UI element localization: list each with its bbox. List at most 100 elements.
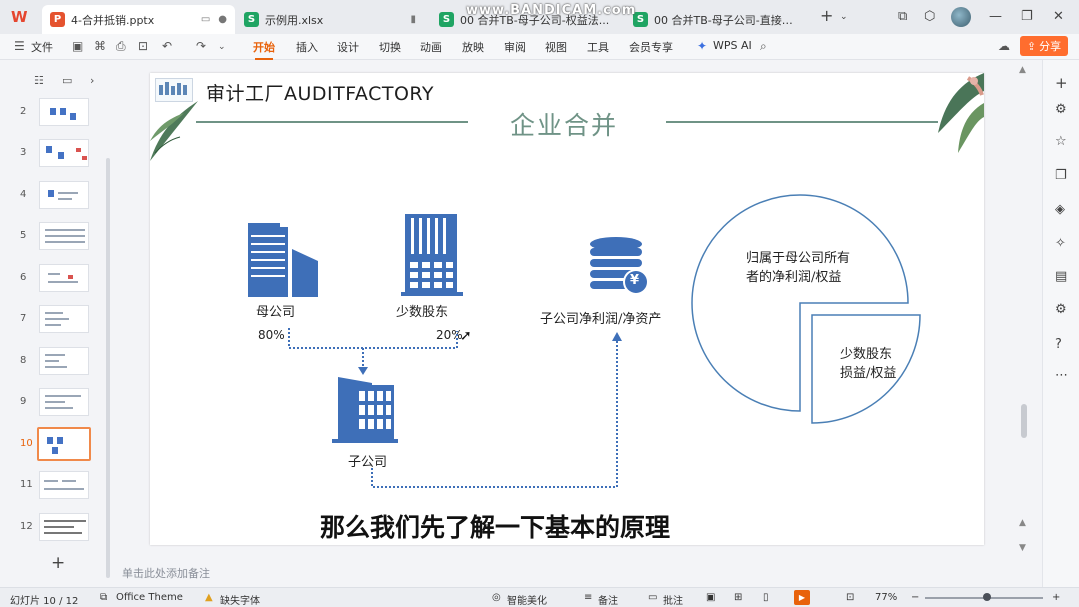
thumbnail-slide-7[interactable]: 7: [0, 302, 108, 338]
zoom-slider-knob[interactable]: [983, 593, 991, 601]
play-slideshow-button[interactable]: ▶: [794, 590, 810, 605]
theme-name[interactable]: Office Theme: [116, 592, 183, 603]
normal-view-icon[interactable]: ▣: [706, 592, 715, 603]
more-icon[interactable]: ⋯: [1055, 368, 1068, 383]
window-restore-icon[interactable]: ⧉: [898, 9, 907, 24]
tab-document-xlsx[interactable]: S 示例用.xlsx ▮: [236, 5, 424, 34]
notes-icon: ≡: [584, 592, 593, 603]
window-mode-icon[interactable]: ▭: [201, 14, 210, 25]
thumbnail-number: 9: [20, 396, 27, 407]
search-icon[interactable]: ⌕: [760, 39, 767, 54]
tab-animations[interactable]: 动画: [420, 39, 442, 55]
thumbnail-slide-2[interactable]: 2: [0, 95, 108, 131]
tab-home[interactable]: 开始: [253, 39, 275, 60]
wps-ai-button[interactable]: WPS AI: [713, 39, 752, 52]
thumbnail-slide-8[interactable]: 8: [0, 344, 108, 380]
tab-transitions[interactable]: 切换: [379, 39, 401, 55]
thumbnail-slide-11[interactable]: 11: [0, 468, 108, 504]
spreadsheet-icon: S: [439, 12, 454, 27]
undo-icon[interactable]: ↶: [162, 39, 172, 53]
thumbnail-slide-3[interactable]: 3: [0, 136, 108, 172]
share-button[interactable]: ⇪ 分享: [1020, 36, 1068, 56]
notes-placeholder[interactable]: 单击此处添加备注: [122, 565, 210, 581]
close-icon[interactable]: ✕: [1053, 9, 1064, 24]
tab-list-chevron-icon[interactable]: ⌄: [840, 12, 848, 22]
thumbnail-scrollbar[interactable]: [106, 158, 110, 578]
cube-icon[interactable]: ⬡: [924, 9, 935, 24]
book-icon[interactable]: ▤: [1055, 269, 1067, 284]
sorter-view-icon[interactable]: ⊞: [734, 592, 742, 603]
add-slide-button[interactable]: +: [51, 553, 65, 573]
star-icon[interactable]: ☆: [1055, 134, 1067, 149]
pie-minor-label-line1: 少数股东: [840, 347, 893, 362]
tab-member[interactable]: 会员专享: [629, 39, 673, 55]
settings-icon[interactable]: ⚙: [1055, 302, 1067, 317]
print-preview-icon[interactable]: ⊡: [138, 39, 148, 53]
tab-design[interactable]: 设计: [337, 39, 359, 55]
missing-font-button[interactable]: 缺失字体: [220, 592, 260, 607]
close-dot-icon[interactable]: ●: [218, 14, 227, 25]
tab-insert[interactable]: 插入: [296, 39, 318, 55]
help-icon[interactable]: ?: [1055, 337, 1062, 352]
beautify-button[interactable]: 智能美化: [507, 592, 547, 607]
thumbnail-number: 8: [20, 355, 27, 366]
maximize-icon[interactable]: ❐: [1021, 9, 1033, 24]
minimize-icon[interactable]: —: [989, 9, 1002, 24]
tab-review[interactable]: 审阅: [504, 39, 526, 55]
tab-document-tb-cost[interactable]: S 00 合并TB-母子公司-直接成本法: [625, 5, 810, 34]
thumbnail-image: [39, 513, 89, 541]
thumbnail-image: [39, 471, 89, 499]
tab-slideshow[interactable]: 放映: [462, 39, 484, 55]
copy-style-icon[interactable]: ❐: [1055, 168, 1067, 183]
theme-icon: ⧉: [100, 592, 108, 603]
thumbnail-image: [39, 98, 89, 126]
zoom-level[interactable]: 77%: [875, 592, 897, 603]
tab-view[interactable]: 视图: [545, 39, 567, 55]
tab-document-pptx[interactable]: P 4-合并抵销.pptx ▭ ●: [42, 5, 235, 34]
reading-view-icon[interactable]: ▯: [763, 592, 769, 603]
shape-effects-icon[interactable]: ◈: [1055, 202, 1065, 217]
zoom-out-icon[interactable]: −: [911, 592, 919, 603]
panel-collapse-chevron-icon[interactable]: ›: [90, 74, 94, 87]
pie-minor-label-line2: 损益/权益: [840, 366, 897, 381]
thumbnail-slide-6[interactable]: 6: [0, 261, 108, 297]
pin-icon[interactable]: ▮: [410, 14, 416, 25]
tab-tools[interactable]: 工具: [587, 39, 609, 55]
magic-wand-icon[interactable]: ✧: [1055, 236, 1066, 251]
user-avatar[interactable]: [951, 7, 971, 27]
file-menu[interactable]: 文件: [31, 39, 53, 55]
format-painter-icon[interactable]: ⌘: [94, 39, 106, 53]
coin-stack-icon: [590, 237, 649, 295]
thumbnail-image: [39, 347, 89, 375]
slides-view-icon[interactable]: ▭: [62, 74, 72, 87]
workspace-scrollbar[interactable]: [1021, 404, 1027, 438]
prev-page-arrow-icon[interactable]: ▲: [1019, 518, 1026, 528]
thumbnail-slide-4[interactable]: 4: [0, 178, 108, 214]
fit-window-icon[interactable]: ⊡: [846, 592, 854, 603]
wps-logo-icon[interactable]: W: [11, 8, 31, 26]
notes-button[interactable]: 备注: [598, 592, 618, 607]
title-bar: W P 4-合并抵销.pptx ▭ ● S 示例用.xlsx ▮ S 00 合并…: [0, 0, 1079, 34]
redo-icon[interactable]: ↷: [196, 39, 206, 53]
pie-major-label-line2: 者的净利润/权益: [746, 270, 842, 285]
thumbnail-image: [39, 388, 89, 416]
menu-icon[interactable]: ☰: [14, 39, 25, 53]
wps-ai-icon: ✦: [697, 39, 708, 53]
next-page-arrow-icon[interactable]: ▼: [1019, 543, 1026, 553]
thumbnail-slide-5[interactable]: 5: [0, 219, 108, 255]
outline-view-icon[interactable]: ☷: [34, 74, 44, 87]
thumbnail-slide-9[interactable]: 9: [0, 385, 108, 421]
thumbnail-slide-12[interactable]: 12: [0, 510, 108, 546]
comments-button[interactable]: 批注: [663, 592, 683, 607]
adjust-sliders-icon[interactable]: ⚙: [1055, 102, 1067, 117]
scroll-up-arrow-icon[interactable]: ▲: [1019, 65, 1026, 75]
zoom-in-icon[interactable]: +: [1052, 592, 1060, 603]
slide-canvas[interactable]: 审计工厂AUDITFACTORY 企业合并 母公司 80% 少数股东 20% 子…: [150, 73, 984, 545]
quick-access-chevron-icon[interactable]: ⌄: [218, 42, 226, 52]
new-tab-plus-icon[interactable]: +: [820, 6, 833, 25]
add-icon[interactable]: +: [1055, 74, 1068, 92]
thumbnail-slide-10[interactable]: 10: [0, 427, 108, 463]
cloud-upload-icon[interactable]: ☁: [998, 39, 1010, 53]
print-icon[interactable]: ⎙: [116, 39, 126, 54]
save-icon[interactable]: ▣: [72, 39, 83, 53]
